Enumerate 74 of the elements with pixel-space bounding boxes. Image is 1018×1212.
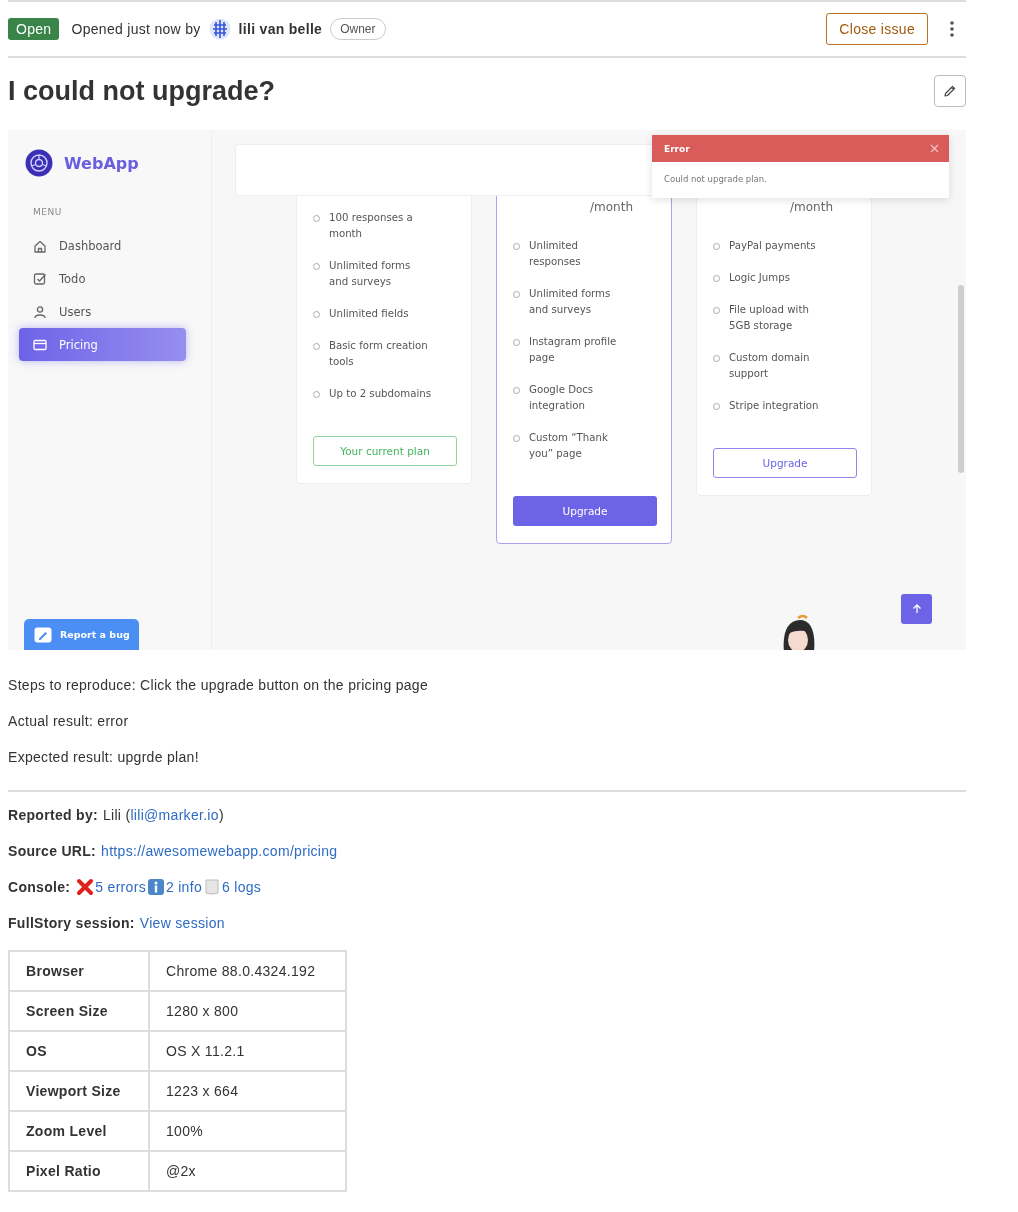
info-icon [146, 878, 165, 896]
link[interactable]: lili@marker.io [130, 806, 219, 824]
link[interactable]: 6 logs [222, 878, 262, 896]
table-cell: OS X 11.2.1 [149, 1031, 346, 1071]
author-name[interactable]: lili van belle [238, 21, 323, 37]
avatar-icon [208, 18, 231, 40]
table-cell: Browser [9, 951, 149, 991]
detail-line: Reported by: Lili (lili@marker.io) [8, 806, 225, 824]
table-cell: Pixel Ratio [9, 1151, 149, 1191]
menu-heading: MENU [33, 207, 63, 217]
plan-feature: Unlimited responses [529, 239, 582, 269]
edit-button[interactable] [934, 75, 966, 107]
plan-button[interactable]: Upgrade [513, 496, 657, 526]
plan-feature: Up to 2 subdomains [329, 387, 432, 401]
scrollbar-thumb[interactable] [958, 285, 964, 473]
link[interactable]: View session [139, 914, 225, 932]
price-unit: /month [789, 200, 834, 214]
logo-icon [25, 149, 53, 177]
table-cell: OS [9, 1031, 149, 1071]
scroll-icon [203, 878, 221, 896]
plan-feature: Unlimited fields [329, 307, 410, 321]
app-name: WebApp [64, 153, 139, 173]
menu-icon [32, 303, 48, 320]
menu-icon [32, 270, 48, 287]
report-bug-button[interactable]: Report a bug [24, 619, 139, 650]
pencil-icon [34, 626, 52, 643]
plan-feature: Google Docs integration [529, 383, 595, 413]
table-cell: Zoom Level [9, 1111, 149, 1151]
plan-feature: Custom domain support [729, 351, 811, 381]
plan-feature: Custom “Thank you” page [529, 431, 609, 461]
toast-title: Error [664, 143, 690, 154]
pencil-icon [943, 84, 957, 98]
kebab-icon [950, 21, 954, 37]
table-cell: Viewport Size [9, 1071, 149, 1111]
plan-feature: Stripe integration [729, 399, 820, 413]
link[interactable]: 5 errors [95, 878, 146, 896]
price-unit: /month [589, 200, 634, 214]
plan-button[interactable]: Upgrade [713, 448, 857, 478]
menu-item[interactable]: Todo [19, 262, 186, 295]
cross-icon [76, 878, 95, 896]
table-cell: @2x [149, 1151, 346, 1191]
description-text: Expected result: upgrde plan! [8, 748, 200, 766]
plan-feature: File upload with 5GB storage [729, 303, 810, 333]
description-text: Actual result: error [8, 712, 130, 730]
menu-item[interactable]: Pricing [19, 328, 186, 361]
detail-line: Console: 5 errors 2 info 6 logs [8, 878, 263, 896]
menu-item[interactable]: Dashboard [19, 229, 186, 262]
link[interactable]: https://awesomewebapp.com/pricing [101, 842, 338, 860]
description-text: Steps to reproduce: Click the upgrade button on the pricing page [8, 676, 430, 694]
menu-item[interactable]: Users [19, 295, 186, 328]
issue-meta: Opened just now by [71, 21, 201, 37]
plan-feature: PayPal payments [729, 239, 817, 253]
table-cell: 1280 x 800 [149, 991, 346, 1031]
scroll-top-button[interactable] [901, 594, 932, 624]
plan-feature: Logic Jumps [729, 271, 792, 285]
close-issue-button[interactable]: Close issue [826, 13, 928, 45]
plan-feature: Instagram profile page [529, 335, 618, 365]
plan-button[interactable]: Your current plan [313, 436, 457, 466]
toast-message: Could not upgrade plan. [663, 173, 768, 186]
status-badge: Open [8, 18, 60, 40]
plan-feature: 100 responses a month [329, 211, 414, 241]
plan-feature: Unlimited forms and surveys [529, 287, 612, 317]
detail-line: Source URL: https://awesomewebapp.com/pricing [8, 842, 339, 860]
table-cell: 100% [149, 1111, 346, 1151]
plan-feature: Unlimited forms and surveys [329, 259, 412, 289]
issue-title: I could not upgrade? [8, 75, 275, 107]
table-cell: 1223 x 664 [149, 1071, 346, 1111]
table-cell: Screen Size [9, 991, 149, 1031]
detail-line: FullStory session: View session [8, 914, 226, 932]
close-icon[interactable] [930, 144, 939, 153]
table-cell: Chrome 88.0.4324.192 [149, 951, 346, 991]
plan-feature: Basic form creation tools [329, 339, 429, 369]
link[interactable]: 2 info [165, 878, 202, 896]
arrow-up-icon [911, 604, 922, 614]
